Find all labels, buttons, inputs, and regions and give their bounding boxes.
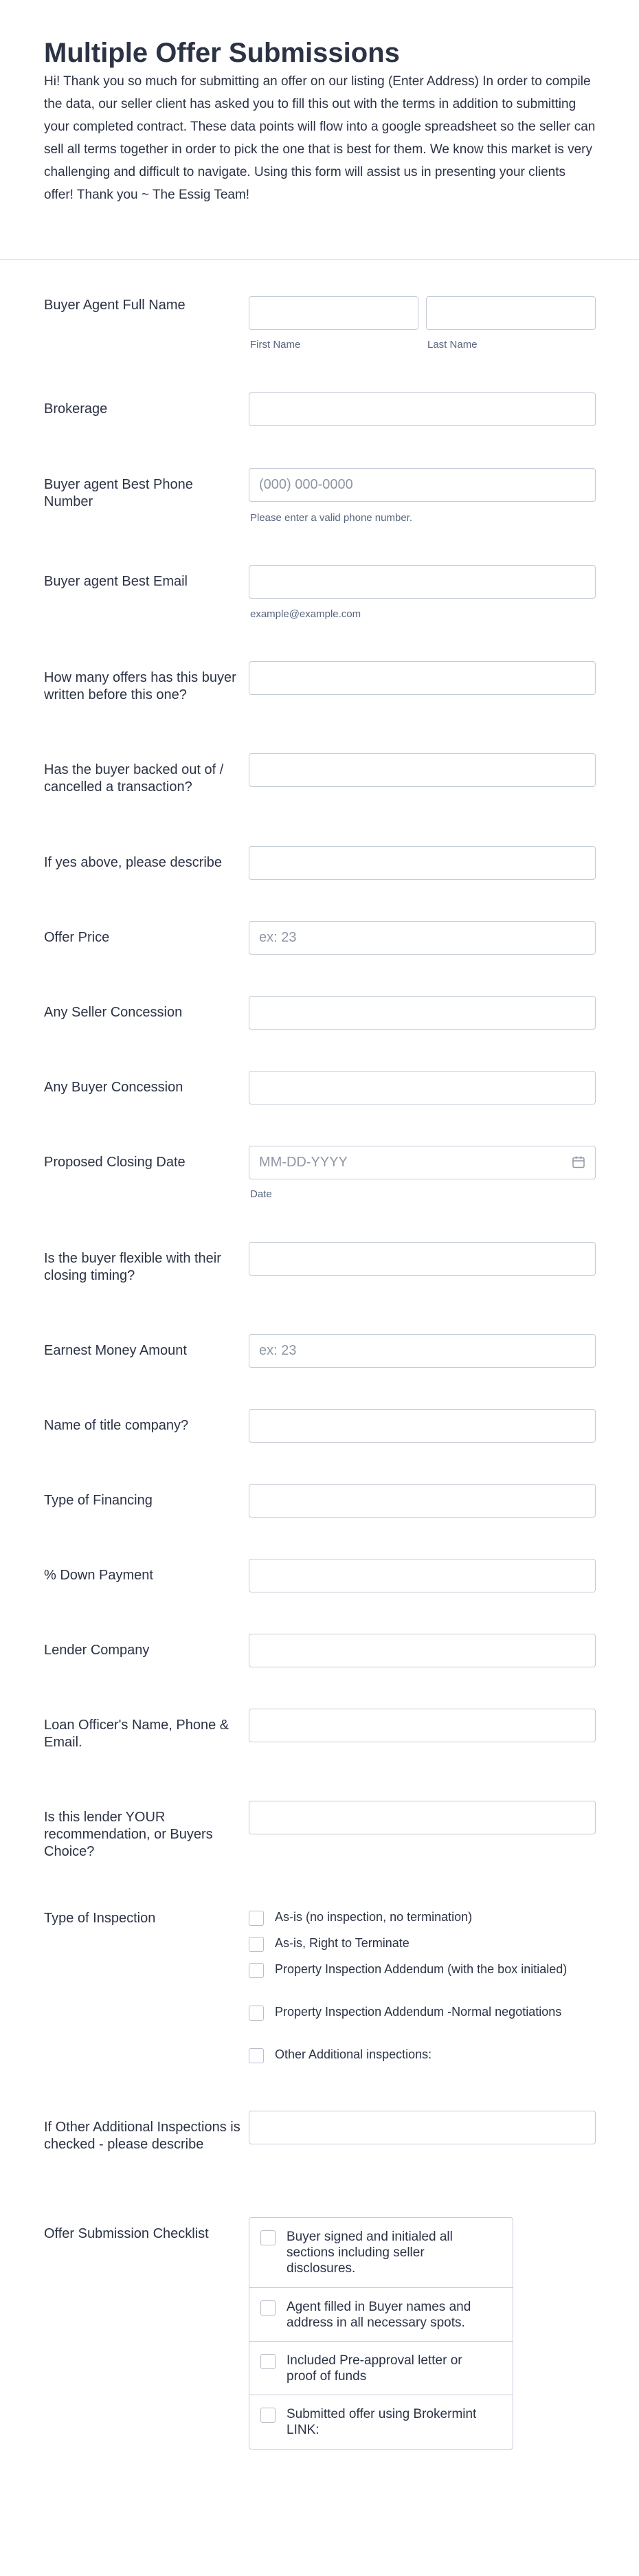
inspection-option[interactable]: As-is, Right to Terminate xyxy=(249,1935,620,1953)
form-description: Hi! Thank you so much for submitting an … xyxy=(44,74,596,202)
lender-company-label: Lender Company xyxy=(44,1643,150,1658)
financing-input[interactable] xyxy=(249,1484,596,1518)
last-name-input[interactable] xyxy=(426,296,596,330)
checklist-box: Buyer signed and initialed all sections … xyxy=(249,2217,513,2450)
other-inspections-input[interactable] xyxy=(249,2111,596,2144)
email-input[interactable] xyxy=(249,565,596,599)
checklist-item[interactable]: Buyer signed and initialed all sections … xyxy=(249,2218,513,2288)
buyer-agent-name-label: Buyer Agent Full Name xyxy=(44,298,186,313)
checklist-item-label: Included Pre-approval letter or proof of… xyxy=(287,2353,462,2384)
calendar-icon[interactable] xyxy=(572,1155,585,1169)
backed-out-label: Has the buyer backed out of / cancelled … xyxy=(44,762,224,795)
closing-date-label: Proposed Closing Date xyxy=(44,1155,186,1170)
loan-officer-label: Loan Officer's Name, Phone & Email. xyxy=(44,1718,229,1750)
form-header: Multiple Offer Submissions Hi! Thank you… xyxy=(0,0,639,260)
checklist-item[interactable]: Submitted offer using Brokermint LINK: xyxy=(249,2395,513,2449)
checkbox[interactable] xyxy=(249,2048,264,2063)
offers-written-label: How many offers has this buyer written b… xyxy=(44,670,236,702)
checklist-item-label: Buyer signed and initialed all sections … xyxy=(287,2230,453,2276)
checkbox[interactable] xyxy=(249,1963,264,1978)
first-name-sublabel: First Name xyxy=(250,339,301,351)
lender-rec-input[interactable] xyxy=(249,1801,596,1834)
offer-price-input[interactable] xyxy=(249,921,596,955)
buyer-concession-label: Any Buyer Concession xyxy=(44,1080,183,1095)
checklist-item-label: Agent filled in Buyer names and address … xyxy=(287,2300,471,2330)
checklist-label: Offer Submission Checklist xyxy=(44,2226,209,2241)
checkbox[interactable] xyxy=(249,1911,264,1926)
inspection-option-label: As-is (no inspection, no termination) xyxy=(275,1910,473,1924)
checkbox[interactable] xyxy=(260,2354,276,2369)
offers-written-input[interactable] xyxy=(249,661,596,695)
flexible-timing-label: Is the buyer flexible with their closing… xyxy=(44,1251,221,1283)
checklist-item[interactable]: Included Pre-approval letter or proof of… xyxy=(249,2342,513,2395)
down-payment-label: % Down Payment xyxy=(44,1568,153,1583)
closing-date-input[interactable] xyxy=(249,1146,596,1179)
inspection-option[interactable]: Property Inspection Addendum -Normal neg… xyxy=(249,2003,620,2038)
if-yes-input[interactable] xyxy=(249,846,596,880)
checkbox[interactable] xyxy=(260,2230,276,2245)
checkbox[interactable] xyxy=(249,1937,264,1952)
financing-label: Type of Financing xyxy=(44,1493,153,1508)
inspection-option-label: Other Additional inspections: xyxy=(275,2047,432,2061)
loan-officer-input[interactable] xyxy=(249,1709,596,1742)
inspection-option[interactable]: Other Additional inspections: xyxy=(249,2046,620,2064)
phone-label: Buyer agent Best Phone Number xyxy=(44,477,193,509)
brokerage-input[interactable] xyxy=(249,392,596,426)
title-company-input[interactable] xyxy=(249,1409,596,1443)
title-company-label: Name of title company? xyxy=(44,1418,189,1433)
inspection-option-label: As-is, Right to Terminate xyxy=(275,1936,410,1950)
earnest-money-label: Earnest Money Amount xyxy=(44,1343,187,1358)
checklist-item-label: Submitted offer using Brokermint LINK: xyxy=(287,2407,477,2437)
phone-input[interactable] xyxy=(249,468,596,502)
backed-out-input[interactable] xyxy=(249,753,596,787)
brokerage-label: Brokerage xyxy=(44,401,108,417)
other-inspections-label: If Other Additional Inspections is check… xyxy=(44,2120,240,2152)
checkbox[interactable] xyxy=(249,2006,264,2021)
checklist-item[interactable]: Agent filled in Buyer names and address … xyxy=(249,2288,513,2342)
closing-date-sublabel: Date xyxy=(250,1188,272,1200)
inspection-label: Type of Inspection xyxy=(44,1911,156,1926)
flexible-timing-input[interactable] xyxy=(249,1242,596,1276)
first-name-input[interactable] xyxy=(249,296,418,330)
buyer-concession-input[interactable] xyxy=(249,1071,596,1104)
checkbox[interactable] xyxy=(260,2408,276,2423)
lender-rec-label: Is this lender YOUR recommendation, or B… xyxy=(44,1810,213,1859)
seller-concession-label: Any Seller Concession xyxy=(44,1005,183,1020)
inspection-option[interactable]: As-is (no inspection, no termination) xyxy=(249,1909,620,1927)
checkbox[interactable] xyxy=(260,2300,276,2316)
phone-sublabel: Please enter a valid phone number. xyxy=(250,512,412,524)
last-name-sublabel: Last Name xyxy=(427,339,478,351)
email-sublabel: example@example.com xyxy=(250,608,361,620)
inspection-option-label: Property Inspection Addendum -Normal neg… xyxy=(275,2005,562,2019)
inspection-option[interactable]: Property Inspection Addendum (with the b… xyxy=(249,1961,620,1995)
lender-company-input[interactable] xyxy=(249,1634,596,1667)
seller-concession-input[interactable] xyxy=(249,996,596,1030)
offer-price-label: Offer Price xyxy=(44,930,110,945)
if-yes-label: If yes above, please describe xyxy=(44,855,223,870)
email-label: Buyer agent Best Email xyxy=(44,574,188,589)
down-payment-input[interactable] xyxy=(249,1559,596,1592)
page-title: Multiple Offer Submissions xyxy=(44,38,400,68)
inspection-option-label: Property Inspection Addendum (with the b… xyxy=(275,1962,568,1976)
earnest-money-input[interactable] xyxy=(249,1334,596,1368)
